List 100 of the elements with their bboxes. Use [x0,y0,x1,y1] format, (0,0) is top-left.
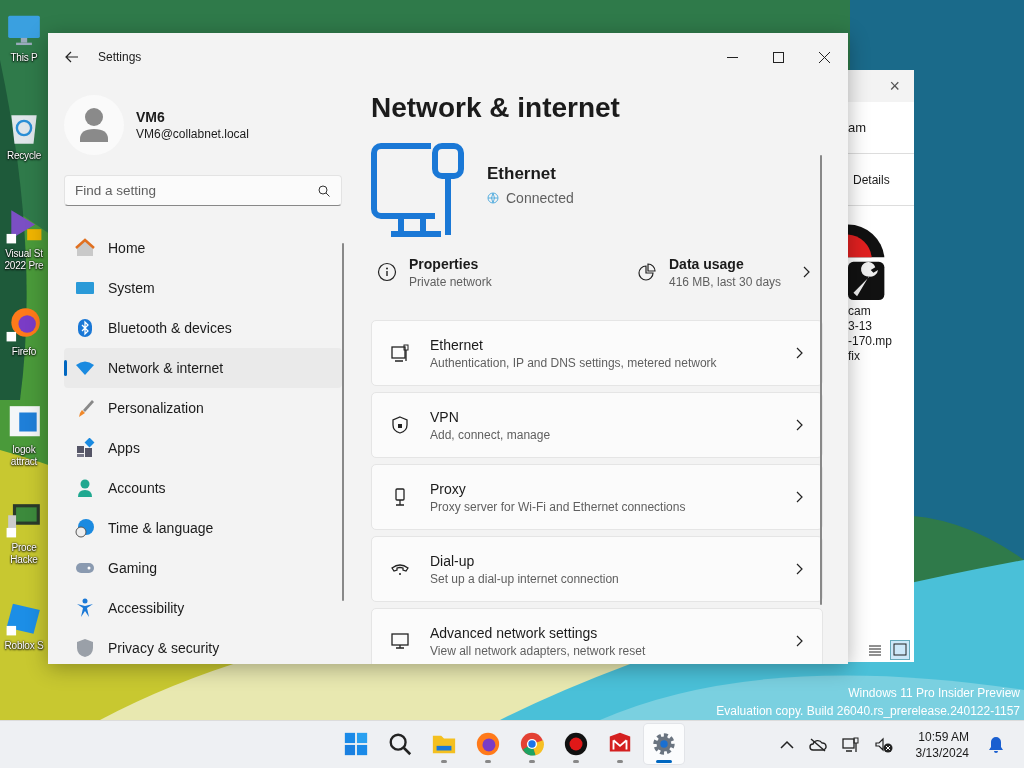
summary-title: Data usage [669,255,745,272]
app-shortcut-icon[interactable] [5,207,43,245]
card-title: Ethernet [430,336,484,353]
clock-date: 3/13/2024 [915,744,969,761]
back-arrow-icon[interactable] [65,51,79,63]
card-title: Dial-up [430,552,476,569]
summary-item[interactable]: Properties Private network [371,250,637,294]
apps-icon [75,438,95,458]
nav-item[interactable]: Accessibility [64,588,342,628]
person-icon [75,478,95,498]
nav-item[interactable]: Network & internet [64,348,342,388]
nav-item[interactable]: Time & language [64,508,342,548]
card-title: Advanced network settings [430,624,599,641]
settings-card[interactable]: VPN Add, connect, manage [371,392,823,458]
nav-item[interactable]: Bluetooth & devices [64,308,342,348]
chevron-icon [796,563,804,575]
file-name-line: fix [848,349,861,364]
nav-item[interactable]: Accounts [64,468,342,508]
record-icon [563,731,589,757]
chevron-icon [796,491,804,503]
close-icon[interactable] [819,51,830,63]
file-name-line: 3-13 [848,319,874,334]
nav-item[interactable]: System [64,268,342,308]
connection-name: Ethernet [487,164,557,184]
clock[interactable]: 10:59 AM 3/13/2024 [915,728,969,761]
search-field[interactable]: Find a setting [64,175,342,206]
clock-time: 10:59 AM [918,728,969,745]
search-icon [387,731,413,757]
globe-clock-icon [75,518,95,538]
nav-item[interactable]: Gaming [64,548,342,588]
card-title: Proxy [430,480,467,497]
chevron-icon [796,419,804,431]
summary-subtitle: Private network [409,274,492,289]
nav-item[interactable]: Apps [64,428,342,468]
page-title: Network & internet [371,91,621,125]
card-subtitle: Authentication, IP and DNS settings, metered network [430,355,717,370]
file-name-line: -170.mp [848,334,894,349]
settings-card[interactable]: Advanced network settings View all network adapters, network reset [371,608,823,664]
ethernet-monitor-icon [371,143,465,237]
browser-icon [475,731,501,757]
scrollbar[interactable] [820,155,822,605]
bluetooth-icon [75,318,95,338]
list-view-icon[interactable] [868,643,882,657]
file-name-line: cam [848,304,872,319]
desktop-icon-label: logok attract [9,444,39,468]
volume-muted-icon[interactable] [874,736,893,753]
summary-title: Properties [409,255,480,272]
details-button[interactable]: Details [848,172,890,187]
browser-icon[interactable] [5,305,43,343]
card-title: VPN [430,408,460,425]
shield-icon [390,415,410,435]
computer-icon[interactable] [5,501,43,539]
summary-subtitle: 416 MB, last 30 days [669,274,782,289]
card-subtitle: Proxy server for Wi-Fi and Ethernet connections [430,499,686,514]
user-email: VM6@collabnet.local [136,127,249,141]
close-button[interactable]: × [889,75,900,97]
settings-card[interactable]: Proxy Proxy server for Wi-Fi and Ethernet connections [371,464,823,530]
desktop-icon-label: Firefo [10,346,38,358]
nav-item[interactable]: Personalization [64,388,342,428]
desktop-icon-label: Visual St 2022 Pre [3,248,45,272]
monitor-icon [390,631,410,651]
info-icon [377,262,397,282]
connection-status: Connected [487,190,574,206]
shield-icon [75,638,95,658]
pie-chart-icon [637,262,657,282]
desktop-icon-label: Recycle [5,150,43,162]
chevron-icon [796,635,804,647]
scrollbar[interactable] [342,243,344,601]
card-subtitle: Add, connect, manage [430,427,551,442]
globe-icon [487,192,499,204]
search-icon [318,185,330,197]
browser-icon [519,731,545,757]
start-icon [343,731,369,757]
watermark-text: Evaluation copy. Build 26040.rs_prerelease.240122-1157 [716,703,1020,720]
settings-card[interactable]: Dial-up Set up a dial-up internet connection [371,536,823,602]
chevron-up-icon[interactable] [779,739,794,750]
avatar-icon[interactable] [64,95,124,155]
summary-item[interactable]: Data usage 416 MB, last 30 days [637,250,821,294]
chevron-icon [796,347,804,359]
window-title: Settings [98,50,142,64]
monitor-icon [390,343,410,363]
header-text: am [848,120,867,135]
gear-icon [651,731,677,757]
nav-item[interactable]: Privacy & security [64,628,342,664]
nav-item[interactable]: Home [64,228,342,268]
card-subtitle: View all network adapters, network reset [430,643,646,658]
accessibility-icon [75,598,95,618]
watermark-text: Windows 11 Pro Insider Preview [848,685,1020,702]
house-icon [75,238,95,258]
user-name: VM6 [136,109,166,125]
tile-view-icon[interactable] [890,640,910,660]
settings-card[interactable]: Ethernet Authentication, IP and DNS settings, metered network [371,320,823,386]
desktop-icon-label: Roblox S [3,640,45,652]
maximize-icon[interactable] [773,51,784,63]
card-subtitle: Set up a dial-up internet connection [430,571,619,586]
cloud-off-icon[interactable] [808,737,827,752]
network-icon[interactable] [841,736,860,753]
desktop-icon-label: Proce Hacke [9,542,39,566]
bell-icon[interactable] [988,735,1004,754]
chevron-icon [803,266,811,278]
